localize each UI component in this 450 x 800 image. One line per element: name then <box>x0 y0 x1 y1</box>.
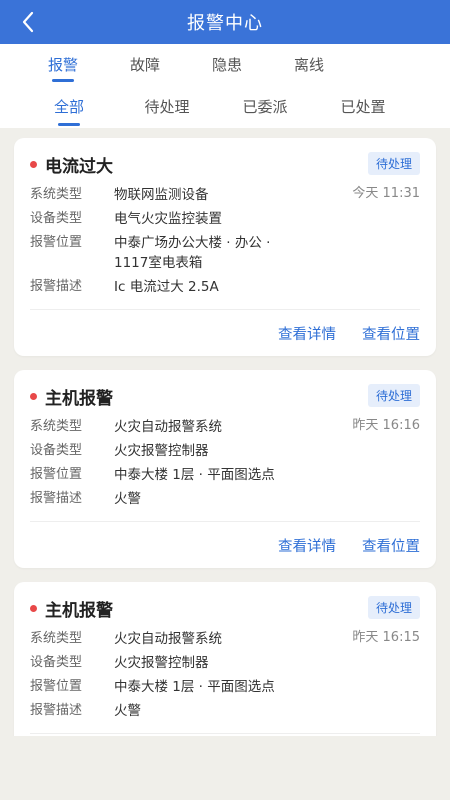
alarm-card[interactable]: 电流过大 待处理 今天 11:31 系统类型 物联网监测设备 设备类型 电气火灾监控… <box>14 138 436 356</box>
device-type-value: 火灾报警控制器 <box>114 443 209 459</box>
device-type-label: 设备类型 <box>30 655 83 670</box>
description-label: 报警描述 <box>30 491 83 506</box>
alarm-title: 主机报警 <box>45 389 113 409</box>
status-tabs: 全部 待处理 已委派 已处置 <box>0 86 450 128</box>
device-type-value: 火灾报警控制器 <box>114 655 209 671</box>
chevron-left-icon <box>22 11 34 33</box>
tab-all[interactable]: 全部 <box>20 86 118 128</box>
alarm-time: 昨天 16:15 <box>352 630 420 645</box>
status-badge: 待处理 <box>367 152 420 175</box>
alarm-time: 昨天 16:16 <box>352 418 420 433</box>
view-location-button[interactable]: 查看位置 <box>362 323 420 344</box>
system-type-value: 物联网监测设备 <box>114 187 209 203</box>
system-type-label: 系统类型 <box>30 187 83 202</box>
back-button[interactable] <box>10 0 46 44</box>
system-type-label: 系统类型 <box>30 631 83 646</box>
alert-dot-icon <box>30 161 37 168</box>
description-label: 报警描述 <box>30 279 83 294</box>
view-details-button[interactable]: 查看详情 <box>278 535 336 556</box>
alarm-time: 今天 11:31 <box>352 186 420 201</box>
view-location-button[interactable]: 查看位置 <box>362 535 420 556</box>
status-badge: 待处理 <box>367 384 420 407</box>
alarm-title: 主机报警 <box>45 601 113 621</box>
location-label: 报警位置 <box>30 679 83 694</box>
view-details-button[interactable]: 查看详情 <box>278 323 336 344</box>
system-type-value: 火灾自动报警系统 <box>114 419 222 435</box>
card-actions: 查看详情 查看位置 <box>30 521 420 568</box>
tab-hazard[interactable]: 隐患 <box>186 44 268 86</box>
description-value: Ic 电流过大 2.5A <box>114 279 219 295</box>
tab-pending[interactable]: 待处理 <box>118 86 216 128</box>
description-label: 报警描述 <box>30 703 83 718</box>
card-actions: 查看详情 查看位置 <box>30 309 420 356</box>
system-type-value: 火灾自动报警系统 <box>114 631 222 647</box>
alarm-card[interactable]: 主机报警 待处理 昨天 16:15 系统类型 火灾自动报警系统 设备类型 火灾报警控… <box>14 582 436 736</box>
description-value: 火警 <box>114 703 141 719</box>
card-actions: 查看详情 查看位置 <box>30 733 420 736</box>
tab-handled[interactable]: 已处置 <box>314 86 412 128</box>
alarm-card[interactable]: 主机报警 待处理 昨天 16:16 系统类型 火灾自动报警系统 设备类型 火灾报警控… <box>14 370 436 568</box>
tab-offline[interactable]: 离线 <box>268 44 350 86</box>
system-type-label: 系统类型 <box>30 419 83 434</box>
device-type-label: 设备类型 <box>30 211 83 226</box>
description-value: 火警 <box>114 491 141 507</box>
alarm-title: 电流过大 <box>45 157 113 177</box>
tabs-area: 报警 故障 隐患 离线 全部 待处理 已委派 已处置 <box>0 44 450 128</box>
tab-alarm[interactable]: 报警 <box>22 44 104 86</box>
page-title: 报警中心 <box>187 13 263 34</box>
tab-assigned[interactable]: 已委派 <box>216 86 314 128</box>
tab-fault[interactable]: 故障 <box>104 44 186 86</box>
status-badge: 待处理 <box>367 596 420 619</box>
location-value: 中泰大楼 1层 · 平面图选点 <box>114 679 275 695</box>
alert-dot-icon <box>30 605 37 612</box>
app-header: 报警中心 <box>0 0 450 44</box>
alert-dot-icon <box>30 393 37 400</box>
location-label: 报警位置 <box>30 235 83 250</box>
device-type-label: 设备类型 <box>30 443 83 458</box>
location-value: 中泰大楼 1层 · 平面图选点 <box>114 467 275 483</box>
location-value: 中泰广场办公大楼 · 办公 · 1117室电表箱 <box>114 235 271 271</box>
alarm-list[interactable]: 电流过大 待处理 今天 11:31 系统类型 物联网监测设备 设备类型 电气火灾监控… <box>0 128 450 736</box>
device-type-value: 电气火灾监控装置 <box>114 211 222 227</box>
location-label: 报警位置 <box>30 467 83 482</box>
category-tabs: 报警 故障 隐患 离线 <box>0 44 450 86</box>
